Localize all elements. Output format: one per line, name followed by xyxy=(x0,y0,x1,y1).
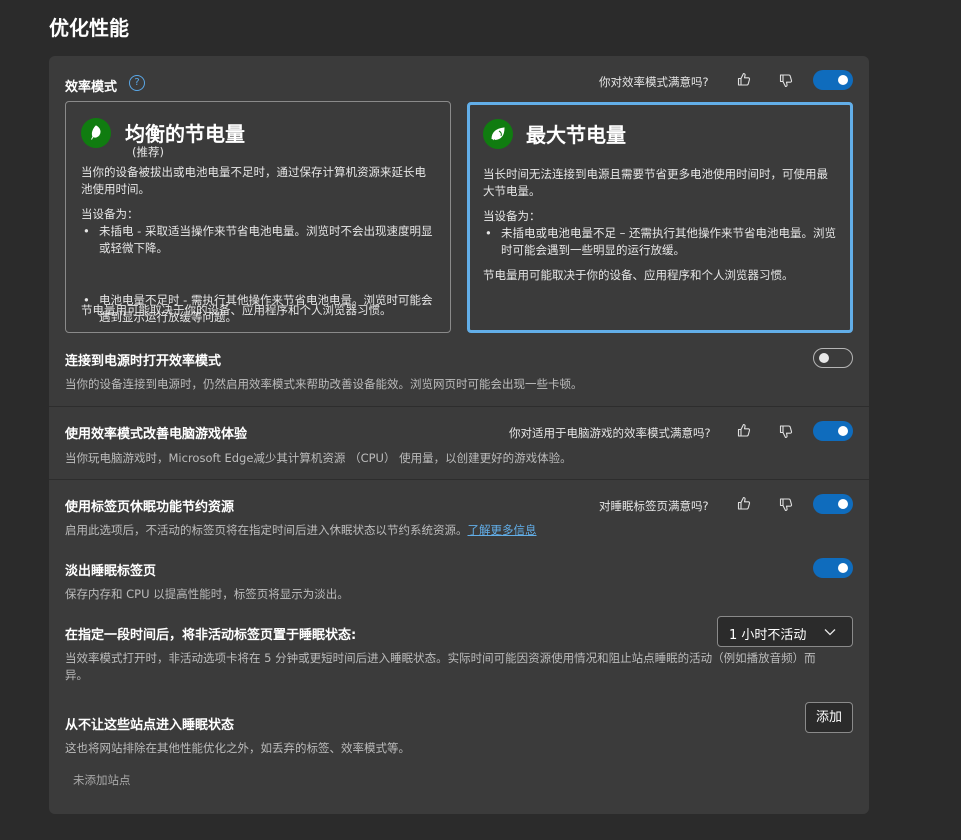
balanced-card-subtitle: (推荐) xyxy=(132,145,164,159)
sleeping-feedback-question: 对睡眠标签页满意吗? xyxy=(599,499,709,513)
no-sites-added-text: 未添加站点 xyxy=(73,773,131,787)
thumbs-down-icon[interactable] xyxy=(778,424,794,440)
bullet-dot: • xyxy=(485,226,492,240)
maximum-when-label: 当设备为： xyxy=(483,209,541,223)
balanced-card-description: 当你的设备被拔出或电池电量不足时，通过保存计算机资源来延长电池使用时间。 xyxy=(81,165,426,196)
balanced-card-title: 均衡的节电量 xyxy=(125,122,245,146)
plugged-in-toggle[interactable] xyxy=(813,348,853,368)
performance-panel: 效率模式 ? 你对效率模式满意吗? 均衡的节电量 (推荐) 当你的设备被拔出或电… xyxy=(49,56,869,814)
sleeping-tabs-description-text: 启用此选项后，不活动的标签页将在指定时间后进入休眠状态以节约系统资源。 xyxy=(65,523,468,537)
balanced-card-footer: 节电量用可能取决于你的设备、应用程序和个人浏览器习惯。 xyxy=(81,303,392,317)
maximum-card-description: 当长时间无法连接到电源且需要节省更多电池使用时间时，可使用最大节电量。 xyxy=(483,167,828,198)
learn-more-link[interactable]: 了解更多信息 xyxy=(468,523,537,537)
page-title: 优化性能 xyxy=(49,16,129,40)
balanced-bullet-text: 未插电 - 采取适当操作来节省电池电量。浏览时不会出现速度明显或轻微下降。 xyxy=(99,224,433,255)
balanced-when-label: 当设备为： xyxy=(81,207,139,221)
gaming-description: 当你玩电脑游戏时，Microsoft Edge减少其计算机资源 （CPU） 使用… xyxy=(65,451,572,465)
maximum-bullet: • 未插电或电池电量不足 – 还需执行其他操作来节省电池电量。浏览时可能会遇到一… xyxy=(483,225,841,259)
sleep-timeout-selected: 1 小时不活动 xyxy=(729,628,807,643)
thumbs-down-icon[interactable] xyxy=(778,497,794,513)
divider xyxy=(49,406,869,407)
gaming-toggle[interactable] xyxy=(813,421,853,441)
gaming-feedback-question: 你对适用于电脑游戏的效率模式满意吗? xyxy=(509,426,711,440)
fade-sleeping-tabs-description: 保存内存和 CPU 以提高性能时，标签页将显示为淡出。 xyxy=(65,587,349,601)
fade-sleeping-tabs-toggle[interactable] xyxy=(813,558,853,578)
bullet-dot: • xyxy=(83,224,90,238)
balanced-bullet: • 未插电 - 采取适当操作来节省电池电量。浏览时不会出现速度明显或轻微下降。 xyxy=(81,223,437,257)
sleeping-tabs-description: 启用此选项后，不活动的标签页将在指定时间后进入休眠状态以节约系统资源。了解更多信… xyxy=(65,522,537,538)
thumbs-down-icon[interactable] xyxy=(778,73,794,89)
chevron-down-icon xyxy=(824,629,836,636)
maximum-bullet-text: 未插电或电池电量不足 – 还需执行其他操作来节省电池电量。浏览时可能会遇到一些明… xyxy=(501,226,837,257)
thumbs-up-icon[interactable] xyxy=(736,495,752,511)
gaming-title: 使用效率模式改善电脑游戏体验 xyxy=(65,427,248,442)
plugged-in-title: 连接到电源时打开效率模式 xyxy=(65,354,222,369)
sleep-timeout-description-line1: 当效率模式打开时，非活动选项卡将在 5 分钟或更短时间后进入睡眠状态。实际时间可… xyxy=(65,651,816,665)
add-site-button[interactable]: 添加 xyxy=(805,702,853,733)
leaf-icon xyxy=(81,118,111,148)
fade-sleeping-tabs-title: 淡出睡眠标签页 xyxy=(65,564,157,579)
maximum-savings-card[interactable]: 最大节电量 当长时间无法连接到电源且需要节省更多电池使用时间时，可使用最大节电量… xyxy=(467,102,853,333)
maximum-card-title: 最大节电量 xyxy=(526,123,626,147)
sleep-timeout-description-line2: 异。 xyxy=(65,668,88,682)
maximum-card-footer: 节电量用可能取决于你的设备、应用程序和个人浏览器习惯。 xyxy=(483,268,794,282)
sleeping-tabs-toggle[interactable] xyxy=(813,494,853,514)
sleep-timeout-title: 在指定一段时间后，将非活动标签页置于睡眠状态: xyxy=(65,628,357,643)
never-sleep-sites-description: 这也将网站排除在其他性能优化之外，如丢弃的标签、效率模式等。 xyxy=(65,741,410,755)
thumbs-up-icon[interactable] xyxy=(736,71,752,87)
balanced-savings-card[interactable]: 均衡的节电量 (推荐) 当你的设备被拔出或电池电量不足时，通过保存计算机资源来延… xyxy=(65,101,451,333)
leaf-icon xyxy=(483,119,513,149)
efficiency-feedback-question: 你对效率模式满意吗? xyxy=(599,75,709,89)
divider xyxy=(49,479,869,480)
efficiency-mode-toggle[interactable] xyxy=(813,70,853,90)
plugged-in-description: 当你的设备连接到电源时，仍然启用效率模式来帮助改善设备能效。浏览网页时可能会出现… xyxy=(65,377,583,391)
thumbs-up-icon[interactable] xyxy=(736,422,752,438)
help-circle-icon[interactable]: ? xyxy=(129,75,145,91)
sleep-timeout-dropdown[interactable]: 1 小时不活动 xyxy=(717,616,853,647)
never-sleep-sites-title: 从不让这些站点进入睡眠状态 xyxy=(65,718,235,733)
efficiency-mode-label: 效率模式 xyxy=(65,80,118,95)
sleeping-tabs-title: 使用标签页休眠功能节约资源 xyxy=(65,500,235,515)
